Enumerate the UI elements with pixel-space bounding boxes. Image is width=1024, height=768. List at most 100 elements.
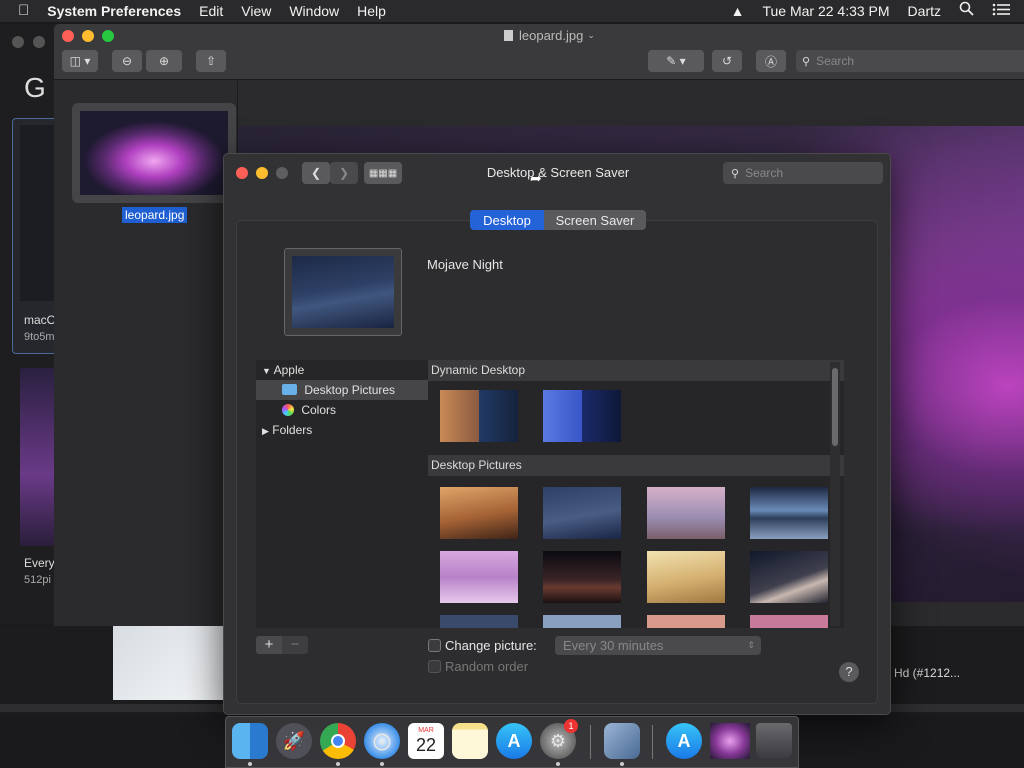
picture-thumbnail-9[interactable]	[440, 615, 518, 628]
grid-scrollbar-track[interactable]	[830, 362, 840, 626]
apple-menu-icon[interactable]: 	[0, 0, 38, 22]
rotate-button[interactable]: ↺	[712, 50, 742, 72]
system-preferences-running-dot	[556, 762, 560, 766]
random-order-checkbox[interactable]	[428, 660, 441, 673]
zoom-in-button[interactable]: ⊕	[146, 50, 182, 72]
tree-label-apple: Apple	[273, 363, 305, 377]
preview-search-field[interactable]: ⚲ Search	[796, 50, 1024, 72]
menu-edit[interactable]: Edit	[190, 0, 232, 22]
picture-thumbnail-10[interactable]	[543, 615, 621, 628]
preview-close-button[interactable]	[62, 30, 74, 42]
app-store-download-icon[interactable]: A	[666, 723, 702, 759]
disclosure-triangle-down-icon: ▼	[262, 366, 271, 376]
picture-thumbnail-12[interactable]	[750, 615, 828, 628]
tab-screen-saver[interactable]: Screen Saver	[544, 210, 646, 230]
picture-thumbnail-7[interactable]	[647, 551, 725, 603]
pen-icon: ✎ ▾	[666, 54, 686, 68]
preview-title[interactable]: leopard.jpg ⌄	[504, 28, 595, 43]
snow-leopard-image	[113, 626, 225, 700]
zoom-out-button[interactable]: ⊖	[112, 50, 142, 72]
tree-label-colors: Colors	[301, 403, 337, 417]
share-button[interactable]: ⇧	[196, 50, 226, 72]
browser-close-button[interactable]	[12, 36, 24, 48]
preview-thumbnail-sidebar: leopard.jpg	[54, 81, 238, 626]
preview-search-placeholder: Search	[816, 54, 855, 68]
picture-thumbnail-4[interactable]	[750, 487, 828, 539]
browser-card-1[interactable]: macO 9to5m	[12, 118, 60, 354]
calendar-icon[interactable]: MAR 22	[408, 723, 444, 759]
section-desktop-pictures: Desktop Pictures	[428, 455, 844, 476]
picture-thumbnail-8[interactable]	[750, 551, 828, 603]
dock-divider-2	[652, 725, 653, 759]
tree-item-apple[interactable]: ▼ Apple	[256, 360, 428, 380]
thumbnail-label: leopard.jpg	[122, 207, 188, 223]
tree-item-folders[interactable]: ▶ Folders	[256, 420, 428, 440]
preview-running-dot	[620, 762, 624, 766]
menu-app-name[interactable]: System Preferences	[38, 0, 190, 22]
browser-minimize-button[interactable]	[33, 36, 45, 48]
disclosure-triangle-right-icon: ▶	[262, 426, 269, 436]
finder-icon[interactable]	[232, 723, 268, 759]
menu-user[interactable]: Dartz	[899, 0, 950, 22]
trash-icon[interactable]	[756, 723, 792, 759]
markup-button[interactable]: ✎ ▾	[648, 50, 704, 72]
picture-grid: Dynamic Desktop Desktop Pictures	[428, 360, 844, 628]
picture-thumbnail-1[interactable]	[440, 487, 518, 539]
preview-app-icon[interactable]	[604, 723, 640, 759]
notes-icon[interactable]	[452, 723, 488, 759]
calendar-day: 22	[415, 735, 437, 755]
interval-value: Every 30 minutes	[563, 638, 664, 653]
sidebar-toggle-button[interactable]: ◫ ▾	[62, 50, 98, 72]
picture-thumbnail-2[interactable]	[543, 487, 621, 539]
preview-minimize-button[interactable]	[82, 30, 94, 42]
launchpad-icon[interactable]: 🚀	[276, 723, 312, 759]
markup-toolbar-button[interactable]: Ⓐ	[756, 50, 786, 72]
spotlight-search-icon[interactable]	[950, 0, 983, 22]
tree-item-colors[interactable]: Colors	[256, 400, 428, 420]
tree-item-desktop-pictures[interactable]: Desktop Pictures	[256, 380, 428, 400]
picture-thumbnail-5[interactable]	[440, 551, 518, 603]
markup-icon: Ⓐ	[764, 54, 777, 69]
rotate-icon: ↺	[721, 54, 733, 68]
app-store-icon[interactable]: A	[496, 723, 532, 759]
chrome-icon[interactable]	[320, 723, 356, 759]
dock: 🚀 ⨀ MAR 22 A ⚙ 1 A	[225, 716, 799, 768]
picture-thumbnail-11[interactable]	[647, 615, 725, 628]
help-button[interactable]: ?	[839, 662, 859, 682]
picture-thumbnail-3[interactable]	[647, 487, 725, 539]
menu-window[interactable]: Window	[280, 0, 348, 22]
preview-zoom-button[interactable]	[102, 30, 114, 42]
browser-card-2-image[interactable]	[20, 368, 56, 546]
grid-scrollbar-thumb[interactable]	[832, 368, 838, 446]
interval-select[interactable]: Every 30 minutes ⇕	[555, 636, 761, 655]
menu-view[interactable]: View	[232, 0, 280, 22]
leopard-wallpaper-dock-icon[interactable]	[710, 723, 750, 759]
system-preferences-window: ❮ ❯ ▦▦▦ Desktop & Screen Saver ➦ ⚲ Searc…	[223, 153, 891, 715]
document-icon	[504, 30, 513, 41]
safari-running-dot	[380, 762, 384, 766]
add-folder-button[interactable]: +	[256, 636, 282, 654]
safari-icon[interactable]: ⨀	[364, 723, 400, 759]
tree-label-folders: Folders	[272, 423, 313, 437]
zoom-in-icon: ⊕	[158, 54, 170, 68]
preview-toolbar: leopard.jpg ⌄ ◫ ▾ ⊖ ⊕ ⇧ ✎ ▾ ↺ Ⓐ ⚲ Search	[54, 24, 1024, 80]
search-icon: ⚲	[802, 55, 811, 68]
notification-center-icon[interactable]	[983, 0, 1024, 22]
picture-thumbnail-6[interactable]	[543, 551, 621, 603]
dynamic-solar-gradient-thumbnail[interactable]	[543, 390, 621, 442]
thumbnail-selection[interactable]	[72, 103, 236, 203]
change-picture-checkbox[interactable]	[428, 639, 441, 652]
zoom-out-icon: ⊖	[121, 54, 133, 68]
card-2-title: Every	[24, 556, 55, 570]
tab-desktop[interactable]: Desktop	[470, 210, 544, 230]
prefs-search-field[interactable]: ⚲ Search	[723, 162, 883, 184]
dynamic-mojave-thumbnail[interactable]	[440, 390, 518, 442]
card-1-subtitle: 9to5m	[24, 331, 55, 343]
browser-card-3-title: Hd (#1212...	[894, 666, 961, 680]
folder-icon	[282, 384, 297, 395]
menu-help[interactable]: Help	[348, 0, 395, 22]
prefs-titlebar: ❮ ❯ ▦▦▦ Desktop & Screen Saver ➦ ⚲ Searc…	[224, 154, 890, 192]
remove-folder-button[interactable]: −	[282, 636, 308, 654]
eject-icon[interactable]: ▲	[722, 0, 754, 22]
menu-datetime[interactable]: Tue Mar 22 4:33 PM	[753, 0, 898, 22]
